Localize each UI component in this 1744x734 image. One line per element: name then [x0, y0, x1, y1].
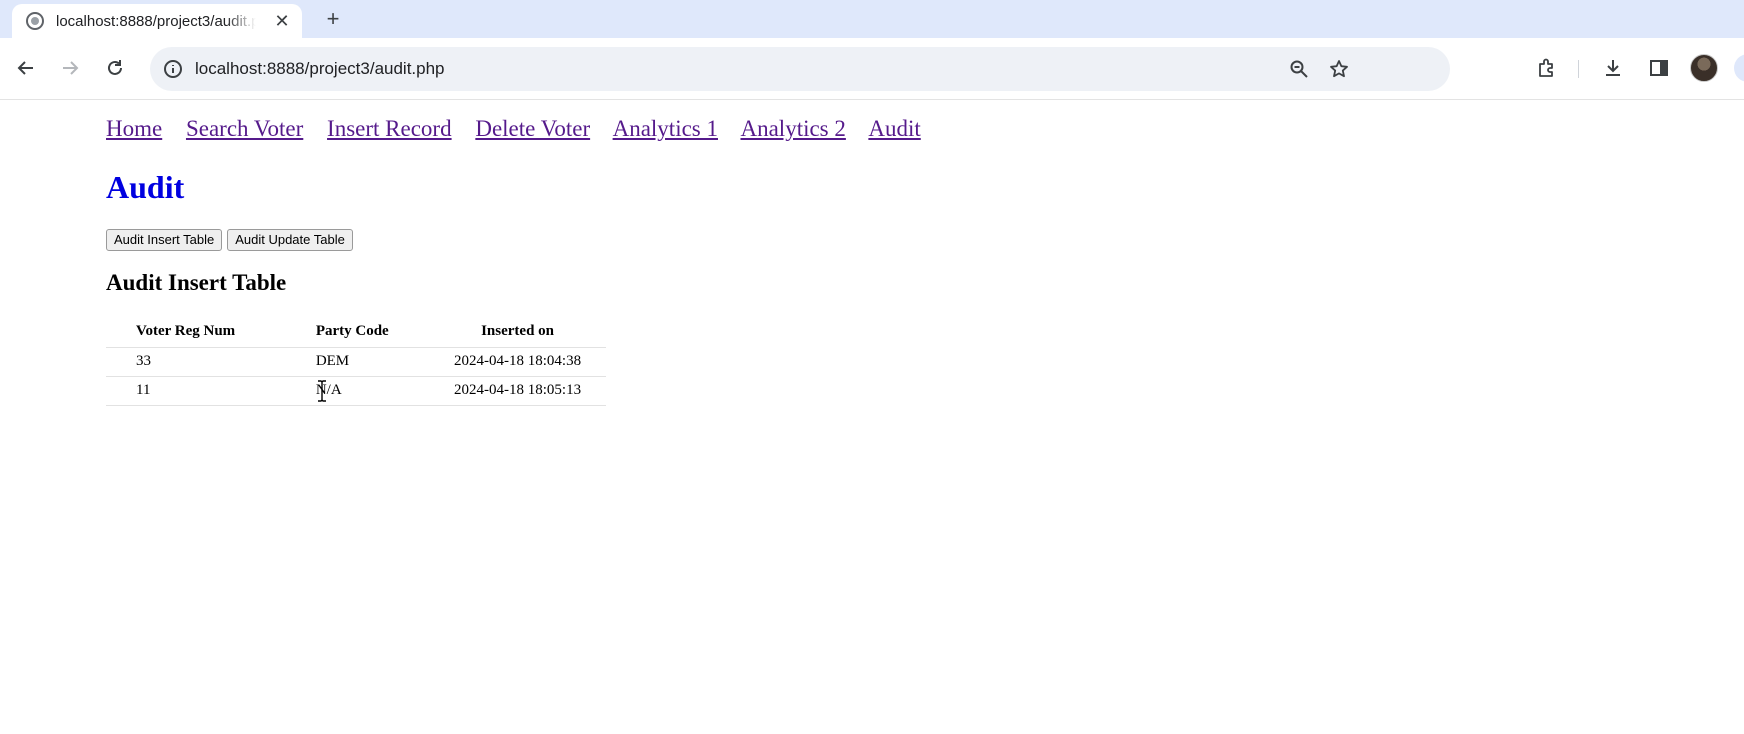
page-content: Home Search Voter Insert Record Delete V…	[0, 101, 1744, 734]
column-header: Voter Reg Num	[136, 323, 236, 340]
nav-link-analytics-2[interactable]: Analytics 2	[740, 116, 845, 141]
tab-strip: localhost:8888/project3/audit.php ✕ +	[0, 0, 1744, 38]
table-row: 11 N/A 2024-04-18 18:05:13	[106, 375, 606, 406]
section-title: Audit Insert Table	[106, 270, 287, 295]
text-cursor-icon	[318, 380, 326, 402]
bookmark-star-icon[interactable]	[1324, 54, 1354, 84]
table-cell: 11	[106, 375, 286, 406]
close-tab-icon[interactable]: ✕	[272, 11, 292, 31]
table-cell: 2024-04-18 18:04:38	[429, 346, 606, 376]
reload-button[interactable]	[99, 52, 131, 84]
download-icon[interactable]	[1597, 52, 1629, 84]
nav-link-insert-record[interactable]: Insert Record	[327, 116, 452, 141]
table-cell: N/A	[285, 375, 430, 406]
table-cell: 2024-04-18 18:05:13	[429, 375, 606, 406]
table-cell: 33	[106, 346, 286, 376]
site-info-icon[interactable]	[158, 54, 188, 84]
table-cell: DEM	[285, 346, 430, 376]
audit-insert-table: Voter Reg Num Party Code Inserted on 33 …	[106, 317, 606, 406]
side-edge-tab	[1734, 54, 1744, 82]
table-header-row: Voter Reg Num Party Code Inserted on	[106, 317, 606, 347]
site-nav: Home Search Voter Insert Record Delete V…	[106, 116, 939, 142]
table-row: 33 DEM 2024-04-18 18:04:38	[106, 346, 606, 376]
audit-buttons: Audit Insert Table Audit Update Table	[106, 229, 353, 251]
nav-link-home[interactable]: Home	[106, 116, 162, 141]
zoom-icon[interactable]	[1284, 54, 1314, 84]
arrow-left-icon	[17, 61, 33, 75]
profile-avatar[interactable]	[1690, 54, 1718, 82]
toolbar-divider	[1578, 60, 1579, 78]
globe-icon	[26, 12, 44, 30]
tab-title: localhost:8888/project3/audit.php	[56, 12, 256, 30]
arrow-right-icon	[63, 61, 79, 75]
reload-icon	[108, 60, 122, 75]
extensions-icon[interactable]	[1531, 52, 1563, 84]
new-tab-button[interactable]: +	[318, 4, 348, 34]
browser-tab[interactable]: localhost:8888/project3/audit.php ✕	[12, 4, 302, 38]
nav-link-analytics-1[interactable]: Analytics 1	[613, 116, 718, 141]
column-header: Inserted on	[481, 323, 554, 340]
address-bar[interactable]: localhost:8888/project3/audit.php	[150, 47, 1450, 91]
audit-insert-table-button[interactable]: Audit Insert Table	[106, 229, 223, 251]
column-header: Party Code	[315, 323, 389, 340]
back-button[interactable]	[10, 52, 42, 84]
page-title: Audit	[106, 169, 185, 205]
nav-link-delete-voter[interactable]: Delete Voter	[475, 116, 590, 141]
forward-button[interactable]	[54, 52, 86, 84]
nav-link-search-voter[interactable]: Search Voter	[186, 116, 303, 141]
nav-link-audit[interactable]: Audit	[868, 116, 920, 141]
audit-update-table-button[interactable]: Audit Update Table	[227, 229, 353, 251]
browser-toolbar: localhost:8888/project3/audit.php	[0, 38, 1744, 100]
side-panel-icon[interactable]	[1643, 52, 1675, 84]
url-text[interactable]: localhost:8888/project3/audit.php	[195, 59, 445, 79]
